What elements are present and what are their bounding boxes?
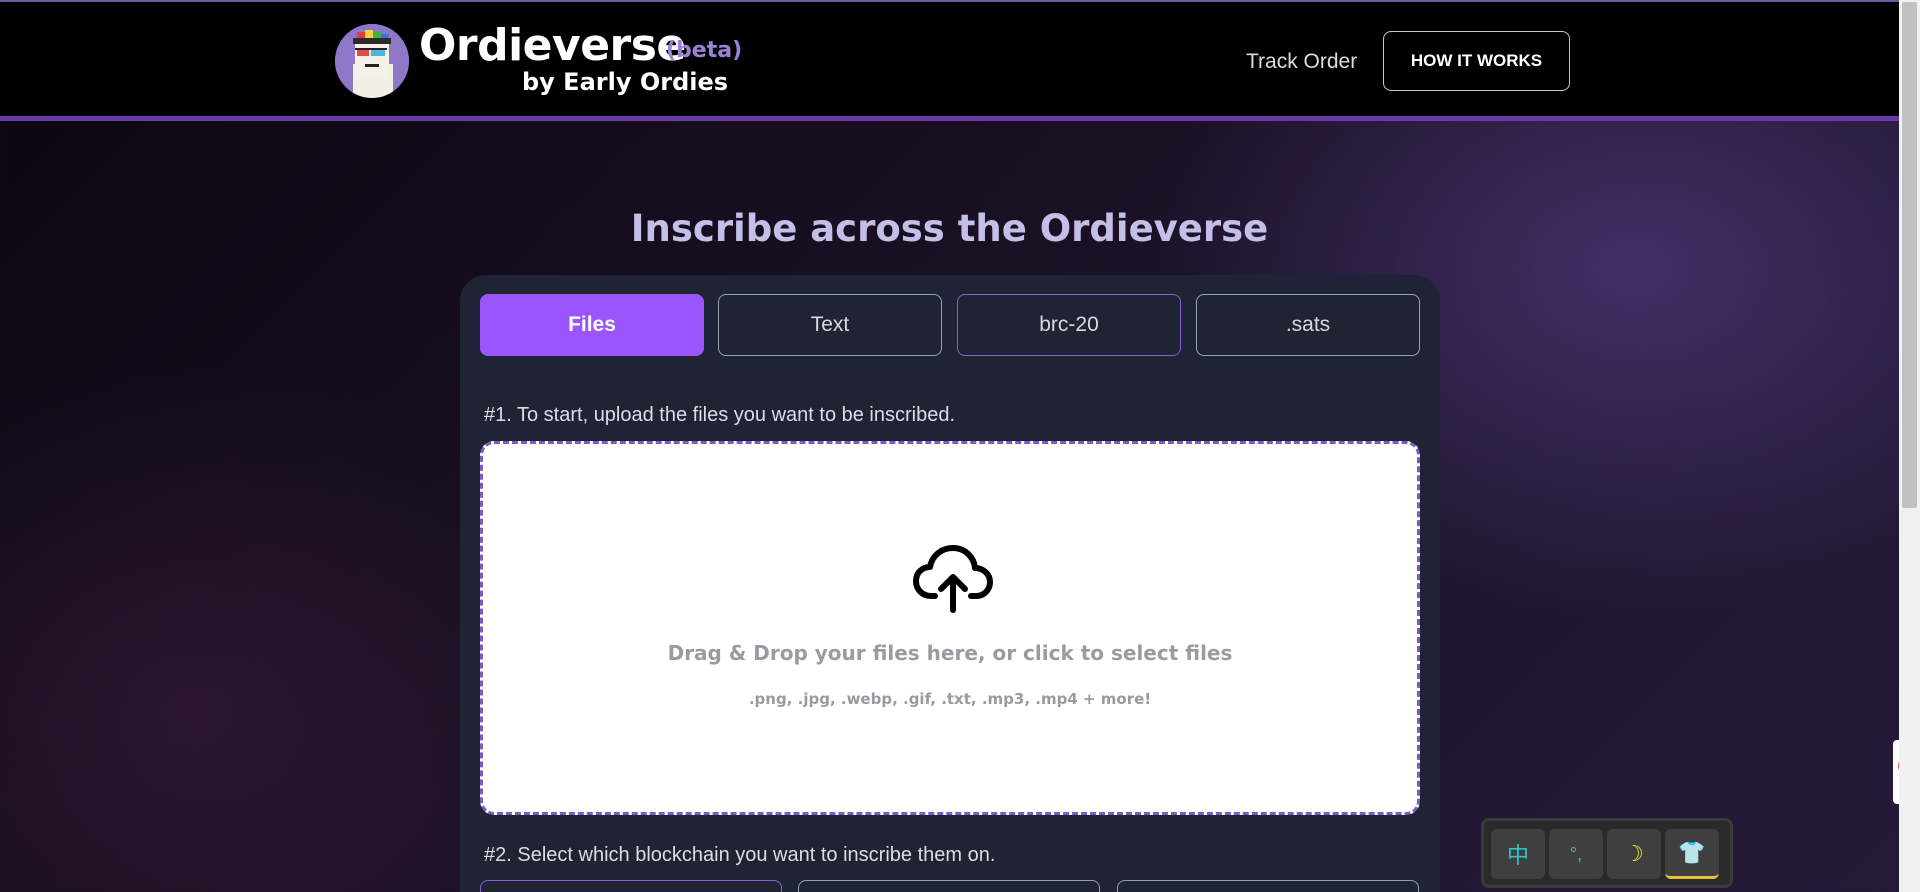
tab-text[interactable]: Text	[718, 294, 942, 356]
ime-toolbar: 中 °, ☽ 👕	[1481, 818, 1733, 888]
blockchain-option[interactable]	[480, 880, 782, 892]
file-dropzone[interactable]: Drag & Drop your files here, or click to…	[480, 441, 1420, 815]
chinese-mode-icon[interactable]: 中	[1491, 829, 1545, 879]
beta-badge: (beta)	[666, 38, 743, 63]
brand-name: Ordieverse	[419, 20, 686, 71]
dropzone-instructions: Drag & Drop your files here, or click to…	[667, 641, 1233, 665]
pixel-ordie-icon	[335, 24, 409, 98]
cloud-upload-icon	[913, 545, 993, 613]
step2-label: #2. Select which blockchain you want to …	[484, 844, 996, 866]
step1-label: #1. To start, upload the files you want …	[484, 404, 956, 426]
tab-sats[interactable]: .sats	[1196, 294, 1420, 356]
skin-icon[interactable]: 👕	[1665, 829, 1719, 879]
tab-files[interactable]: Files	[480, 294, 704, 356]
track-order-link[interactable]: Track Order	[1246, 50, 1357, 74]
page-title: Inscribe across the Ordieverse	[630, 207, 1269, 250]
brand-subtitle: by Early Ordies	[522, 68, 729, 96]
site-header: Ordieverse (beta) by Early Ordies Track …	[0, 2, 1899, 121]
tab-brc20[interactable]: brc-20	[957, 294, 1181, 356]
scrollbar-thumb[interactable]	[1902, 2, 1917, 508]
supported-formats: .png, .jpg, .webp, .gif, .txt, .mp3, .mp…	[748, 690, 1152, 708]
blockchain-option[interactable]	[798, 880, 1100, 892]
punctuation-icon[interactable]: °,	[1549, 829, 1603, 879]
logo-avatar[interactable]	[335, 24, 409, 98]
how-it-works-button[interactable]: HOW IT WORKS	[1383, 31, 1570, 91]
blockchain-option[interactable]	[1117, 880, 1419, 892]
moon-icon[interactable]: ☽	[1607, 829, 1661, 879]
